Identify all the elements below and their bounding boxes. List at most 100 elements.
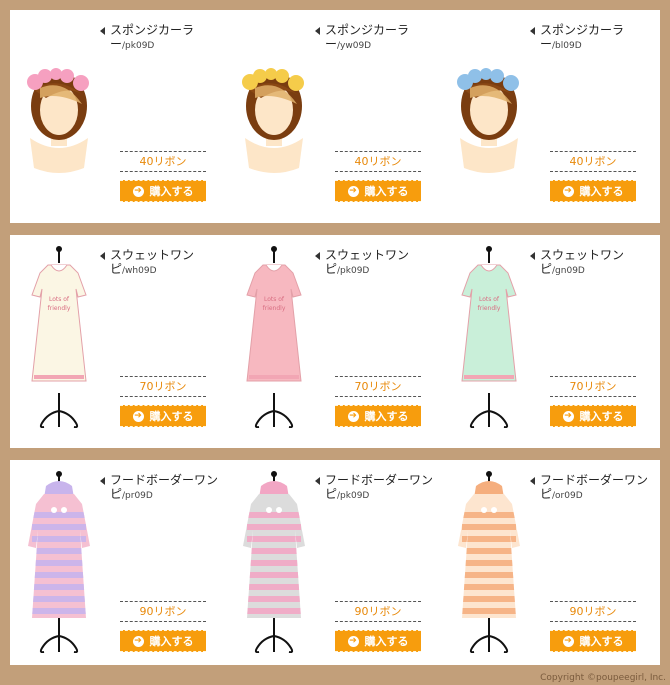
sweat-dress-image[interactable]: Lots of friendly: [18, 243, 100, 428]
product-name-link[interactable]: スポンジカーラー/yw09D: [315, 23, 435, 53]
triangle-left-icon: [315, 252, 320, 260]
product-row-sweat-dresses: Lots of friendly スウェットワンピ/wh09D 70リボン ➔ 購…: [10, 235, 660, 448]
product-name-link[interactable]: スポンジカーラー/bl09D: [530, 23, 650, 53]
price-area: 90リボン ➔ 購入する: [550, 601, 636, 652]
divider: [120, 621, 206, 622]
divider: [550, 621, 636, 622]
price-label: 70リボン: [354, 380, 402, 393]
buy-button[interactable]: ➔ 購入する: [550, 630, 636, 652]
buy-button-label: 購入する: [149, 185, 194, 198]
buy-button[interactable]: ➔ 購入する: [550, 405, 636, 427]
svg-text:friendly: friendly: [263, 305, 286, 312]
price-area: 90リボン ➔ 購入する: [335, 601, 421, 652]
price-label: 90リボン: [354, 605, 402, 618]
buy-button-label: 購入する: [364, 410, 409, 423]
arrow-right-icon: ➔: [132, 635, 144, 647]
product-name-link[interactable]: スウェットワンピ/pk09D: [315, 248, 435, 278]
product-name-link[interactable]: スポンジカーラー/pk09D: [100, 23, 220, 53]
hair-curler-image[interactable]: [233, 18, 315, 203]
divider: [335, 396, 421, 397]
buy-button-label: 購入する: [579, 185, 624, 198]
product-row-hooded-dresses: フードボーダーワンピ/pr09D 90リボン ➔ 購入する フードボーダーワンピ/…: [10, 460, 660, 665]
divider: [550, 396, 636, 397]
hooded-dress-image[interactable]: [18, 468, 100, 653]
arrow-right-icon: ➔: [562, 185, 574, 197]
buy-button[interactable]: ➔ 購入する: [550, 180, 636, 202]
divider: [120, 171, 206, 172]
sweat-dress-image[interactable]: Lots of friendly: [233, 243, 315, 428]
price-area: 40リボン ➔ 購入する: [120, 151, 206, 202]
product-item: フードボーダーワンピ/or09D 90リボン ➔ 購入する: [440, 460, 655, 665]
triangle-left-icon: [315, 477, 320, 485]
arrow-right-icon: ➔: [347, 185, 359, 197]
price-label: 90リボン: [139, 605, 187, 618]
product-name-link[interactable]: フードボーダーワンピ/pr09D: [100, 473, 220, 503]
price-area: 90リボン ➔ 購入する: [120, 601, 206, 652]
price-label: 40リボン: [354, 155, 402, 168]
price-area: 70リボン ➔ 購入する: [120, 376, 206, 427]
arrow-right-icon: ➔: [132, 185, 144, 197]
product-item: Lots of friendly スウェットワンピ/gn09D 70リボン ➔ 購…: [440, 235, 655, 448]
svg-text:friendly: friendly: [478, 305, 501, 312]
triangle-left-icon: [100, 477, 105, 485]
triangle-left-icon: [530, 477, 535, 485]
product-item: スポンジカーラー/bl09D 40リボン ➔ 購入する: [440, 10, 655, 223]
price-area: 70リボン ➔ 購入する: [550, 376, 636, 427]
price-label: 40リボン: [569, 155, 617, 168]
product-item: フードボーダーワンピ/pk09D 90リボン ➔ 購入する: [225, 460, 440, 665]
buy-button-label: 購入する: [364, 635, 409, 648]
product-code[interactable]: /pk09D: [337, 266, 369, 276]
buy-button[interactable]: ➔ 購入する: [335, 405, 421, 427]
product-code[interactable]: /or09D: [552, 491, 583, 501]
triangle-left-icon: [100, 252, 105, 260]
product-code[interactable]: /pk09D: [337, 491, 369, 501]
product-name-link[interactable]: スウェットワンピ/gn09D: [530, 248, 650, 278]
product-code[interactable]: /pr09D: [122, 491, 153, 501]
product-item: スポンジカーラー/yw09D 40リボン ➔ 購入する: [225, 10, 440, 223]
divider: [120, 396, 206, 397]
buy-button-label: 購入する: [579, 635, 624, 648]
buy-button[interactable]: ➔ 購入する: [120, 180, 206, 202]
hair-curler-image[interactable]: [18, 18, 100, 203]
price-label: 90リボン: [569, 605, 617, 618]
triangle-left-icon: [315, 27, 320, 35]
product-item: Lots of friendly スウェットワンピ/wh09D 70リボン ➔ 購…: [10, 235, 225, 448]
copyright-text: Copyright ©poupeegirl, Inc.: [540, 673, 666, 683]
price-label: 70リボン: [139, 380, 187, 393]
product-name-link[interactable]: フードボーダーワンピ/pk09D: [315, 473, 435, 503]
buy-button[interactable]: ➔ 購入する: [335, 180, 421, 202]
product-code[interactable]: /gn09D: [552, 266, 585, 276]
product-code[interactable]: /bl09D: [552, 41, 582, 51]
product-name-link[interactable]: フードボーダーワンピ/or09D: [530, 473, 650, 503]
triangle-left-icon: [100, 27, 105, 35]
sweat-dress-image[interactable]: Lots of friendly: [448, 243, 530, 428]
product-item: スポンジカーラー/pk09D 40リボン ➔ 購入する: [10, 10, 225, 223]
arrow-right-icon: ➔: [347, 635, 359, 647]
divider: [335, 621, 421, 622]
buy-button[interactable]: ➔ 購入する: [120, 405, 206, 427]
divider: [335, 171, 421, 172]
svg-text:friendly: friendly: [48, 305, 71, 312]
triangle-left-icon: [530, 252, 535, 260]
hooded-dress-image[interactable]: [448, 468, 530, 653]
hair-curler-image[interactable]: [448, 18, 530, 203]
product-name-link[interactable]: スウェットワンピ/wh09D: [100, 248, 220, 278]
hooded-dress-image[interactable]: [233, 468, 315, 653]
triangle-left-icon: [530, 27, 535, 35]
buy-button-label: 購入する: [579, 410, 624, 423]
buy-button[interactable]: ➔ 購入する: [120, 630, 206, 652]
arrow-right-icon: ➔: [562, 410, 574, 422]
buy-button-label: 購入する: [364, 185, 409, 198]
arrow-right-icon: ➔: [347, 410, 359, 422]
price-label: 70リボン: [569, 380, 617, 393]
price-area: 70リボン ➔ 購入する: [335, 376, 421, 427]
divider: [550, 171, 636, 172]
product-code[interactable]: /wh09D: [122, 266, 156, 276]
svg-text:Lots of: Lots of: [49, 296, 70, 303]
buy-button-label: 購入する: [149, 410, 194, 423]
price-area: 40リボン ➔ 購入する: [335, 151, 421, 202]
product-code[interactable]: /yw09D: [337, 41, 371, 51]
svg-text:Lots of: Lots of: [264, 296, 285, 303]
product-code[interactable]: /pk09D: [122, 41, 154, 51]
buy-button[interactable]: ➔ 購入する: [335, 630, 421, 652]
